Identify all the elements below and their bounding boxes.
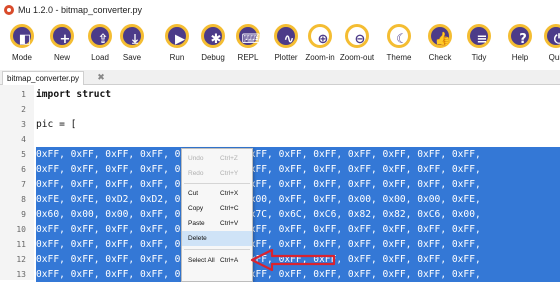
quit-glyph: ⏻ (553, 32, 560, 47)
repl-icon: ⌨ (236, 24, 260, 48)
toolbar: ◧ Mode + New ⇪ Load ⤓ Save ▶ Run ✱ Debug ⌨ REPL ∿ Plott… (0, 22, 560, 68)
menu-separator (184, 183, 250, 184)
save-glyph: ⤓ (132, 32, 138, 47)
quit-label: Quit (548, 53, 560, 62)
menu-separator (184, 249, 250, 250)
line-number: 2 (21, 105, 26, 114)
line-number: 3 (21, 120, 26, 129)
code-text[interactable]: 0xFE, 0xFE, 0xD2, 0xD2, 0x60, 0x00, 0x00… (36, 192, 560, 207)
menu-label: Undo (188, 155, 204, 162)
code-line: 4 (0, 132, 560, 147)
menu-item-paste[interactable]: Paste Ctrl+V (182, 216, 252, 231)
menu-label: Paste (188, 220, 205, 227)
code-text[interactable]: 0xFF, 0xFF, 0xFF, 0xFF, 0xFF, 0xFF, 0xFF… (36, 177, 560, 192)
line-number: 1 (21, 90, 26, 99)
menu-shortcut: Ctrl+V (220, 220, 239, 227)
code-text[interactable]: 0xFF, 0xFF, 0xFF, 0xFF, 0xFF, 0xFF, 0xFF… (36, 162, 560, 177)
menu-item-delete[interactable]: Delete (182, 231, 252, 246)
menu-item-undo: Undo Ctrl+Z (182, 151, 252, 166)
menu-shortcut: Ctrl+A (220, 257, 239, 264)
menu-item-redo: Redo Ctrl+Y (182, 166, 252, 181)
code-line: 2 (0, 102, 560, 117)
plotter-glyph: ∿ (283, 32, 295, 47)
line-number: 5 (21, 150, 26, 159)
theme-glyph: ☾ (396, 32, 408, 47)
new-icon: + (50, 24, 74, 48)
menu-shortcut: Ctrl+C (220, 205, 239, 212)
menu-shortcut: Ctrl+Y (220, 170, 239, 177)
code-text[interactable]: import struct (36, 87, 560, 102)
code-line: 9 0x60, 0x00, 0x00, 0xFF, 0x60, 0x00, 0x7… (0, 207, 560, 222)
line-number: 4 (21, 135, 26, 144)
repl-glyph: ⌨ (241, 32, 261, 47)
help-icon: ? (508, 24, 532, 48)
theme-icon: ☾ (387, 24, 411, 48)
quit-button[interactable]: ⏻ Quit (536, 22, 560, 68)
code-line: 1 import struct (0, 87, 560, 102)
check-icon: 👍 (428, 24, 452, 48)
save-icon: ⤓ (120, 24, 144, 48)
line-number: 11 (16, 240, 26, 249)
line-number: 6 (21, 165, 26, 174)
menu-shortcut: Ctrl+Z (220, 155, 238, 162)
run-icon: ▶ (165, 24, 189, 48)
menu-shortcut: Ctrl+X (220, 190, 239, 197)
code-line: 8 0xFE, 0xFE, 0xD2, 0xD2, 0x60, 0x00, 0x0… (0, 192, 560, 207)
load-icon: ⇪ (88, 24, 112, 48)
code-line: 6 0xFF, 0xFF, 0xFF, 0xFF, 0xFF, 0xFF, 0xF… (0, 162, 560, 177)
code-text[interactable]: 0xFF, 0xFF, 0xFF, 0xFF, 0xFF, 0xFF, 0xFF… (36, 222, 560, 237)
tab-close-icon[interactable]: ✖ (94, 71, 108, 84)
code-text[interactable]: pic = [ (36, 117, 560, 132)
theme-button[interactable]: ☾ Theme (379, 22, 419, 68)
plotter-icon: ∿ (274, 24, 298, 48)
annotation-arrow-icon (250, 248, 336, 272)
menu-item-select-all[interactable]: Select All Ctrl+A (182, 253, 252, 268)
code-line: 7 0xFF, 0xFF, 0xFF, 0xFF, 0xFF, 0xFF, 0xF… (0, 177, 560, 192)
menu-item-copy[interactable]: Copy Ctrl+C (182, 201, 252, 216)
zoom-in-glyph: ⊕ (317, 32, 329, 47)
save-button[interactable]: ⤓ Save (112, 22, 152, 68)
context-menu: Undo Ctrl+Z Redo Ctrl+Y Cut Ctrl+X Copy … (181, 148, 253, 282)
run-glyph: ▶ (175, 32, 185, 47)
menu-label: Copy (188, 205, 204, 212)
tab-bitmap-converter[interactable]: bitmap_converter.py (2, 71, 85, 85)
line-number: 8 (21, 195, 26, 204)
menu-label: Cut (188, 190, 199, 197)
zoom-out-button[interactable]: ⊖ Zoom-out (337, 22, 377, 68)
tidy-glyph: ≡ (476, 32, 488, 47)
debug-icon: ✱ (201, 24, 225, 48)
code-line: 10 0xFF, 0xFF, 0xFF, 0xFF, 0xFF, 0xFF, 0x… (0, 222, 560, 237)
line-number: 10 (16, 225, 26, 234)
code-text[interactable] (36, 102, 560, 117)
mode-icon: ◧ (10, 24, 34, 48)
code-text[interactable]: 0x60, 0x00, 0x00, 0xFF, 0x60, 0x00, 0x7C… (36, 207, 560, 222)
title-bar: Mu 1.2.0 - bitmap_converter.py (0, 0, 560, 22)
mode-glyph: ◧ (18, 32, 32, 47)
menu-item-cut[interactable]: Cut Ctrl+X (182, 186, 252, 201)
help-glyph: ? (519, 32, 527, 47)
quit-icon: ⏻ (544, 24, 560, 48)
zoom-out-icon: ⊖ (345, 24, 369, 48)
tab-bar: bitmap_converter.py ✖ (0, 70, 560, 85)
zoom-out-glyph: ⊖ (354, 32, 366, 47)
line-number: 7 (21, 180, 26, 189)
debug-glyph: ✱ (210, 32, 222, 47)
mu-logo-icon (4, 5, 14, 15)
menu-label: Delete (188, 235, 207, 242)
check-glyph: 👍 (434, 32, 452, 47)
code-text[interactable]: 0xFF, 0xFF, 0xFF, 0xFF, 0xFF, 0xFF, 0xFF… (36, 147, 560, 162)
code-line: 3 pic = [ (0, 117, 560, 132)
window-title: Mu 1.2.0 - bitmap_converter.py (18, 5, 143, 15)
menu-label: Redo (188, 170, 204, 177)
new-glyph: + (59, 32, 71, 47)
line-number: 9 (21, 210, 26, 219)
line-number: 12 (16, 255, 26, 264)
code-line: 5 0xFF, 0xFF, 0xFF, 0xFF, 0xFF, 0xFF, 0xF… (0, 147, 560, 162)
code-text[interactable] (36, 132, 560, 147)
menu-label: Select All (188, 257, 215, 264)
zoom-in-icon: ⊕ (308, 24, 332, 48)
tidy-icon: ≡ (467, 24, 491, 48)
tidy-button[interactable]: ≡ Tidy (459, 22, 499, 68)
